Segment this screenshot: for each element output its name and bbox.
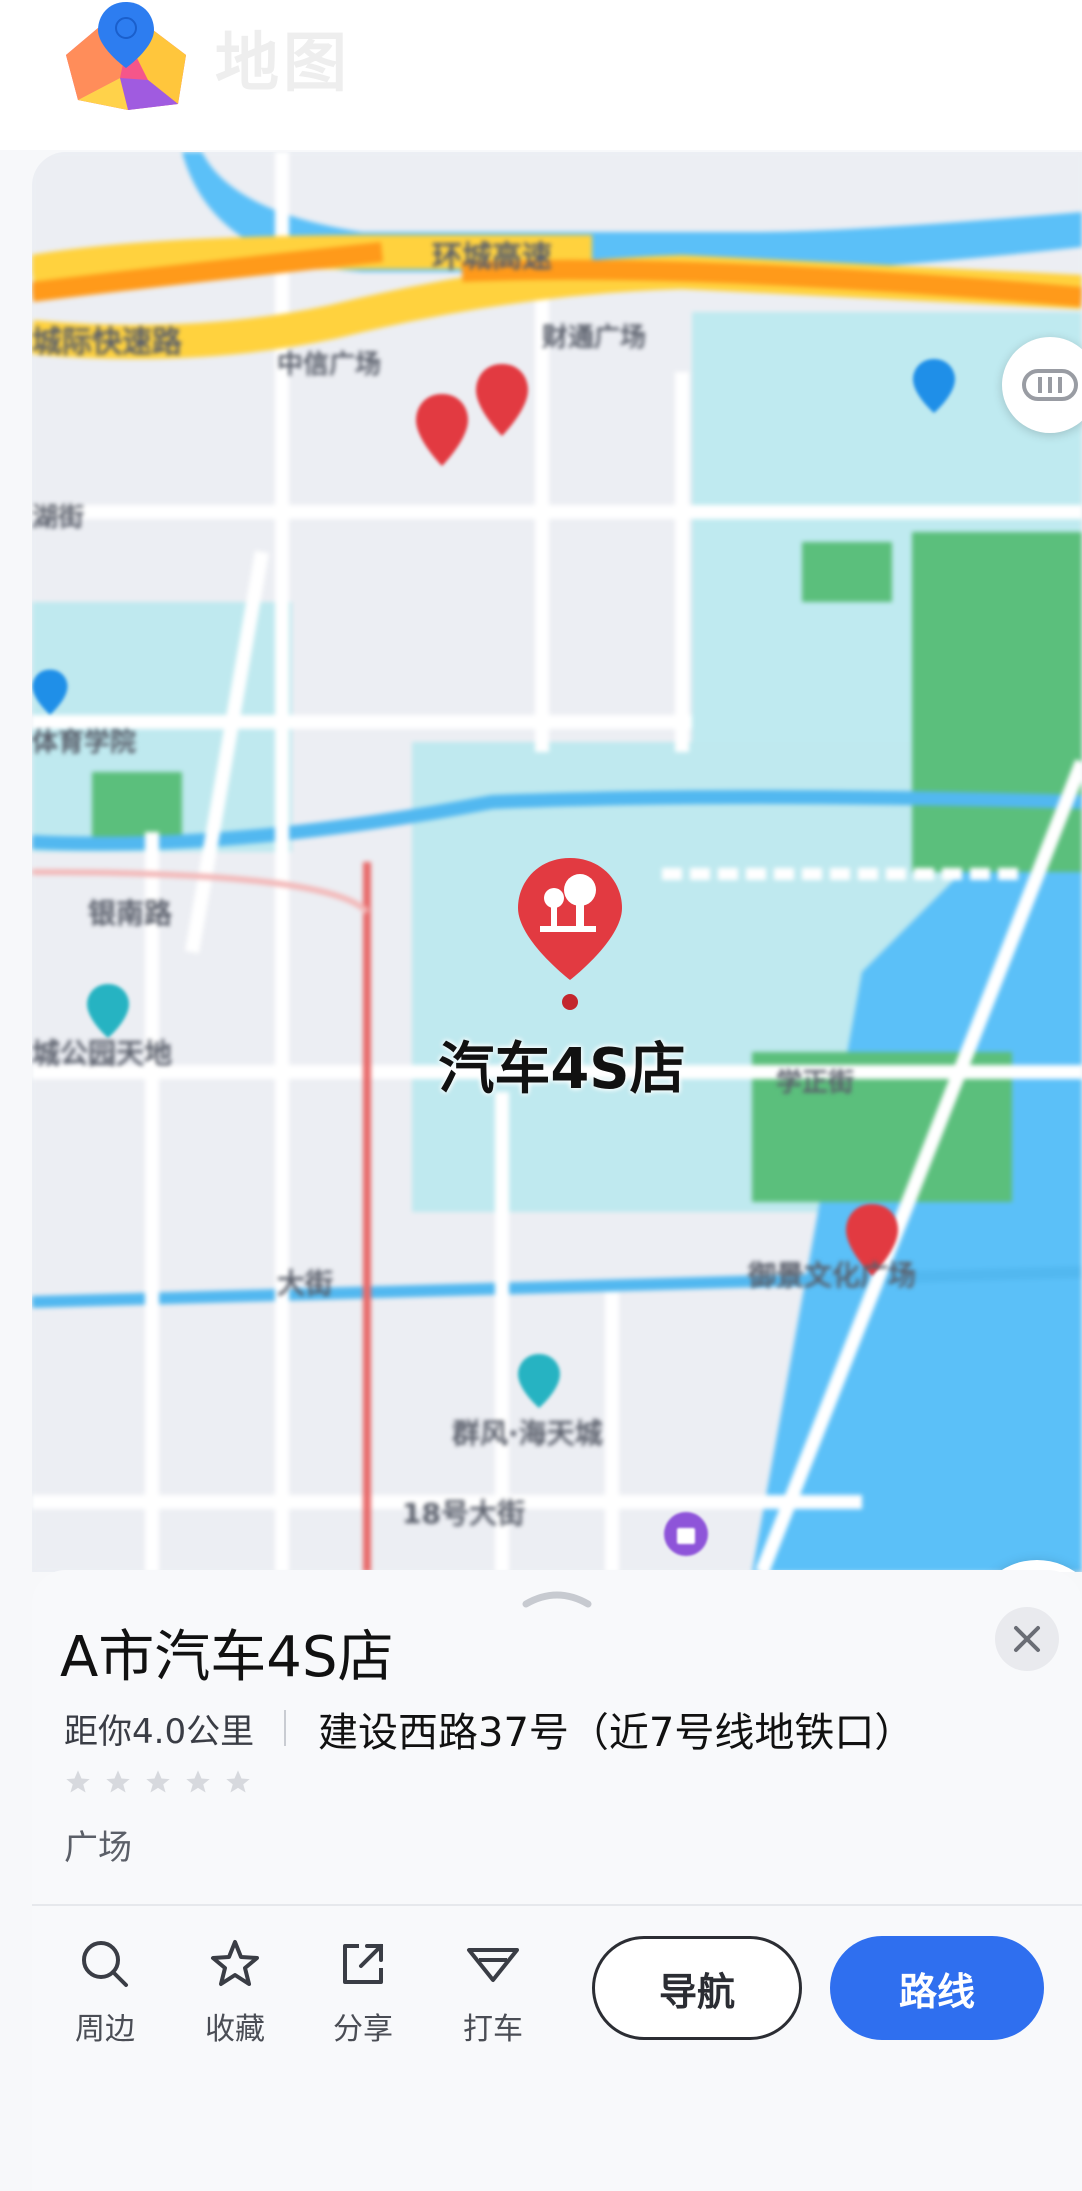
map-label: 体育学院	[32, 728, 137, 758]
map-label: 银南路	[88, 897, 173, 930]
star-outline-icon	[66, 1770, 90, 1793]
poi-marker-blue[interactable]	[32, 667, 70, 719]
favorite-button[interactable]: 收藏	[180, 1936, 290, 2048]
star-icon	[211, 1940, 259, 1986]
map-label: 学正街	[776, 1068, 855, 1098]
divider	[284, 1710, 286, 1746]
share-icon	[343, 1944, 383, 1984]
map-pin-logo-icon	[66, 2, 186, 110]
nearby-label: 周边	[75, 2012, 135, 2047]
app-title: 地图	[215, 27, 351, 101]
map-label: 18号大街	[402, 1497, 525, 1530]
poi-marker-red[interactable]	[472, 362, 532, 442]
star-outline-icon	[106, 1770, 130, 1793]
share-label: 分享	[333, 2012, 393, 2047]
poi-marker-teal[interactable]	[515, 1352, 563, 1412]
star-outline-icon	[226, 1770, 250, 1793]
map-label: 御景文化广场	[748, 1259, 917, 1292]
nearby-button[interactable]: 周边	[50, 1936, 160, 2048]
selected-poi-label: 汽车4S店	[438, 1037, 686, 1102]
navigate-button[interactable]: 导航	[592, 1936, 802, 2040]
map-label: 财通广场	[542, 323, 647, 353]
star-outline-icon	[186, 1770, 210, 1793]
poi-marker-red[interactable]	[412, 392, 472, 472]
tree-pin-icon[interactable]	[514, 854, 626, 1014]
map-label: 中信广场	[277, 350, 382, 380]
map-label: 环城高速	[432, 240, 552, 275]
favorite-label: 收藏	[205, 2012, 265, 2047]
rating-stars	[64, 1768, 252, 1796]
map-label: 城公园天地	[32, 1037, 173, 1070]
taxi-label: 打车	[463, 2012, 523, 2047]
place-detail-sheet: A市汽车4S店 距你4.0公里 建设西路37号（近7号线地铁口） 广场 周边 收…	[32, 1570, 1082, 2191]
taxi-icon	[467, 1948, 519, 1982]
taxi-button[interactable]: 打车	[438, 1936, 548, 2048]
map-label: 大街	[277, 1267, 334, 1300]
address-text[interactable]: 建设西路37号（近7号线地铁口）	[318, 1700, 1058, 1758]
map-view[interactable]: 环城高速 城际快速路 中信广场 财通广场 湖街 体育学院 银南路 城公园天地 学…	[32, 152, 1082, 1572]
distance-text: 距你4.0公里	[64, 1712, 255, 1752]
poi-marker-blue[interactable]	[910, 357, 958, 417]
divider	[32, 1904, 1082, 1906]
place-title: A市汽车4S店	[60, 1625, 394, 1690]
layers-icon	[1022, 369, 1078, 401]
close-button[interactable]	[995, 1607, 1059, 1671]
star-outline-icon	[146, 1770, 170, 1793]
map-label: 湖街	[32, 503, 85, 533]
drag-handle-icon[interactable]	[520, 1584, 594, 1608]
map-label: 群风·海天城	[452, 1417, 603, 1450]
close-icon	[1014, 1626, 1040, 1652]
app-header: 地图	[0, 0, 1082, 150]
share-button[interactable]: 分享	[308, 1936, 418, 2048]
search-icon	[82, 1941, 128, 1987]
route-button[interactable]: 路线	[830, 1936, 1044, 2040]
map-label: 城际快速路	[32, 325, 182, 360]
shopping-bag-icon[interactable]	[662, 1510, 710, 1558]
category-text: 广场	[64, 1828, 132, 1868]
